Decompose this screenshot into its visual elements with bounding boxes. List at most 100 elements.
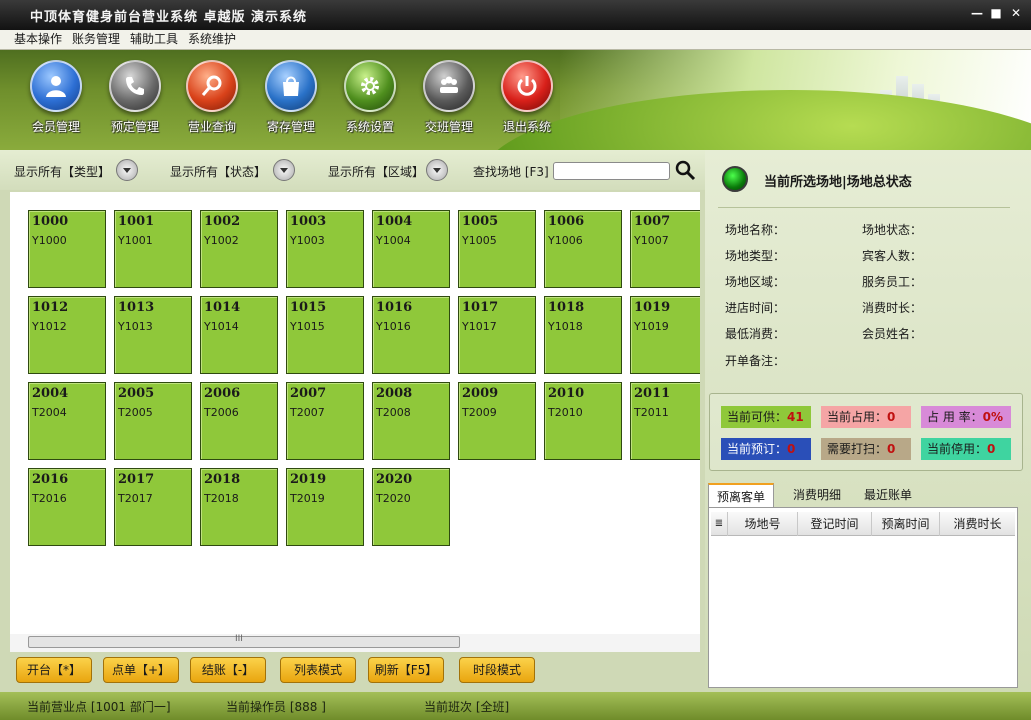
menu-accounts[interactable]: 账务管理	[67, 30, 125, 49]
venue-tile[interactable]: 1000 Y1000	[28, 210, 106, 288]
venue-tile[interactable]: 2016 T2016	[28, 468, 106, 546]
field-duration: 消费时长：	[862, 301, 923, 315]
venue-code: Y1003	[290, 234, 325, 247]
toolbar-exit-button[interactable]: 退出系统	[492, 60, 562, 135]
venue-tile[interactable]: 1013 Y1013	[114, 296, 192, 374]
venue-code: Y1000	[32, 234, 67, 247]
venue-number: 1019	[634, 300, 671, 315]
venue-number: 1000	[32, 214, 69, 229]
menu-tools[interactable]: 辅助工具	[125, 30, 183, 49]
order-button[interactable]: 点单【+】	[103, 657, 179, 683]
close-button[interactable]: ✕	[1007, 4, 1025, 22]
time-mode-button[interactable]: 时段模式	[459, 657, 535, 683]
power-icon	[517, 76, 537, 96]
venue-tile[interactable]: 2007 T2007	[286, 382, 364, 460]
area-filter-dropdown[interactable]	[426, 159, 448, 181]
stat-reserved-value: 0	[787, 442, 796, 456]
venue-tile[interactable]: 2008 T2008	[372, 382, 450, 460]
menu-basic-ops[interactable]: 基本操作	[0, 30, 67, 49]
toolbar-query-button[interactable]: 营业查询	[177, 60, 247, 135]
venue-number: 1013	[118, 300, 155, 315]
toolbar-settings-button[interactable]: 系统设置	[335, 60, 405, 135]
venue-code: T2017	[118, 492, 153, 505]
tab-consumption[interactable]: 消费明细	[785, 483, 849, 507]
venue-tile[interactable]: 2018 T2018	[200, 468, 278, 546]
title-bar: 中顶体育健身前台营业系统 卓越版 演示系统 — ■ ✕	[0, 0, 1031, 30]
venue-number: 2004	[32, 386, 69, 401]
venue-tile[interactable]: 1006 Y1006	[544, 210, 622, 288]
venue-number: 1018	[548, 300, 585, 315]
venue-number: 2008	[376, 386, 413, 401]
refresh-button[interactable]: 刷新【F5】	[368, 657, 444, 683]
list-mode-button[interactable]: 列表模式	[280, 657, 356, 683]
field-venue-name: 场地名称：	[725, 223, 786, 237]
type-filter-dropdown[interactable]	[116, 159, 138, 181]
tab-recent-bills[interactable]: 最近账单	[856, 483, 920, 507]
col-venue-no[interactable]: 场地号	[727, 512, 797, 536]
venue-tile[interactable]: 2017 T2017	[114, 468, 192, 546]
search-input[interactable]	[553, 162, 670, 180]
venue-number: 2020	[376, 472, 413, 487]
venue-code: Y1004	[376, 234, 411, 247]
gear-icon	[361, 77, 379, 95]
toolbar-booking-button[interactable]: 预定管理	[100, 60, 170, 135]
venue-code: T2011	[634, 406, 669, 419]
departures-table: ≣ 场地号 登记时间 预离时间 消费时长	[708, 507, 1018, 688]
stat-stopped: 当前停用：0	[921, 438, 1011, 460]
toolbar-member-label: 会员管理	[31, 120, 80, 134]
venue-tile[interactable]: 2006 T2006	[200, 382, 278, 460]
divider	[718, 207, 1010, 208]
venue-tile[interactable]: 1007 Y1007	[630, 210, 700, 288]
venue-tile[interactable]: 1012 Y1012	[28, 296, 106, 374]
menu-maintenance[interactable]: 系统维护	[183, 30, 241, 49]
toolbar-shift-button[interactable]: 交班管理	[414, 60, 484, 135]
venue-tile[interactable]: 1002 Y1002	[200, 210, 278, 288]
venue-code: Y1015	[290, 320, 325, 333]
venue-tile[interactable]: 2004 T2004	[28, 382, 106, 460]
col-duration[interactable]: 消费时长	[939, 512, 1015, 536]
venue-tile[interactable]: 1004 Y1004	[372, 210, 450, 288]
open-table-button[interactable]: 开台【*】	[16, 657, 92, 683]
col-departure-time[interactable]: 预离时间	[871, 512, 939, 536]
venue-code: Y1005	[462, 234, 497, 247]
horizontal-scrollbar[interactable]: III	[28, 634, 460, 648]
venue-tile[interactable]: 1017 Y1017	[458, 296, 536, 374]
venue-code: Y1001	[118, 234, 153, 247]
venue-tile[interactable]: 1003 Y1003	[286, 210, 364, 288]
stat-rate-value: 0%	[982, 410, 1004, 424]
venue-tile[interactable]: 1015 Y1015	[286, 296, 364, 374]
member-icon	[46, 76, 66, 97]
col-checkin-time[interactable]: 登记时间	[797, 512, 871, 536]
venue-tile[interactable]: 2005 T2005	[114, 382, 192, 460]
venue-number: 1006	[548, 214, 585, 229]
venue-tile[interactable]: 2019 T2019	[286, 468, 364, 546]
venue-tile[interactable]: 1005 Y1005	[458, 210, 536, 288]
field-venue-status: 场地状态：	[862, 223, 923, 237]
field-venue-area: 场地区域：	[725, 275, 786, 289]
venue-tile[interactable]: 1001 Y1001	[114, 210, 192, 288]
search-icon[interactable]	[674, 160, 696, 182]
field-guest-count: 宾客人数：	[862, 249, 923, 263]
field-order-note: 开单备注：	[725, 354, 786, 368]
checkout-button[interactable]: 结账【-】	[190, 657, 266, 683]
field-staff: 服务员工：	[862, 275, 923, 289]
venue-tile[interactable]: 2011 T2011	[630, 382, 700, 460]
venue-tile[interactable]: 1018 Y1018	[544, 296, 622, 374]
venue-tile[interactable]: 2010 T2010	[544, 382, 622, 460]
venue-code: Y1006	[548, 234, 583, 247]
venue-tile[interactable]: 1016 Y1016	[372, 296, 450, 374]
toolbar-booking-label: 预定管理	[110, 120, 159, 134]
toolbar-member-button[interactable]: 会员管理	[21, 60, 91, 135]
maximize-button[interactable]: ■	[987, 4, 1005, 22]
venue-tile[interactable]: 1019 Y1019	[630, 296, 700, 374]
venue-tile[interactable]: 1014 Y1014	[200, 296, 278, 374]
toolbar-storage-button[interactable]: 寄存管理	[256, 60, 326, 135]
toolbar-query-label: 营业查询	[187, 120, 236, 134]
status-filter-dropdown[interactable]	[273, 159, 295, 181]
tab-departures[interactable]: 预离客单	[708, 483, 775, 507]
toolbar-exit-label: 退出系统	[502, 120, 551, 134]
stat-cleaning-value: 0	[887, 442, 896, 456]
venue-tile[interactable]: 2009 T2009	[458, 382, 536, 460]
venue-tile[interactable]: 2020 T2020	[372, 468, 450, 546]
minimize-button[interactable]: —	[968, 4, 986, 22]
